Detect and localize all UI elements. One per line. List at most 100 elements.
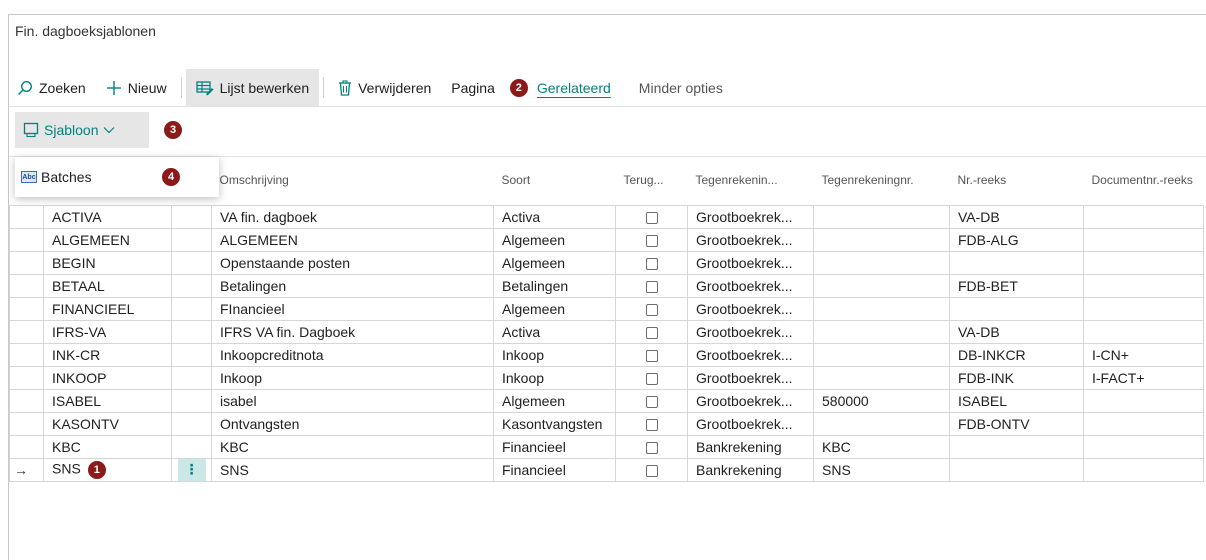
cell-no-series[interactable]	[949, 434, 1084, 459]
cell-no-series[interactable]	[949, 250, 1084, 275]
cell-description[interactable]: Openstaande posten	[211, 250, 494, 275]
cell-no-series[interactable]: ISABEL	[949, 388, 1084, 413]
cell-description[interactable]: isabel	[211, 388, 494, 413]
cell-name[interactable]: ACTIVA	[43, 204, 172, 229]
recurring-checkbox[interactable]	[645, 395, 658, 408]
col-header-bal-account-no[interactable]: Tegenrekeningnr.	[814, 157, 950, 205]
cell-description[interactable]: KBC	[211, 434, 494, 459]
col-header-type[interactable]: Soort	[494, 157, 616, 205]
recurring-checkbox[interactable]	[645, 303, 658, 316]
cell-type[interactable]: Kasontvangsten	[493, 411, 616, 436]
cell-bal-account-no[interactable]	[813, 227, 950, 252]
cell-bal-account-no[interactable]	[813, 296, 950, 321]
col-header-doc-no-series[interactable]: Documentnr.-reeks	[1084, 157, 1204, 205]
cell-doc-no-series[interactable]	[1083, 388, 1204, 413]
cell-doc-no-series[interactable]	[1083, 434, 1204, 459]
recurring-checkbox[interactable]	[645, 280, 658, 293]
cell-bal-account-no[interactable]	[813, 342, 950, 367]
cell-doc-no-series[interactable]: I-FACT+	[1083, 365, 1204, 390]
table-row[interactable]: ACTIVA VA fin. dagboek Activa Grootboekrek.…	[9, 204, 1204, 229]
cell-no-series[interactable]: VA-DB	[949, 319, 1084, 344]
page-menu-button[interactable]: Pagina	[441, 69, 505, 106]
cell-name[interactable]: ISABEL	[43, 388, 172, 413]
cell-doc-no-series[interactable]	[1083, 411, 1204, 436]
recurring-checkbox[interactable]	[645, 464, 658, 477]
cell-name[interactable]: INK-CR	[43, 342, 172, 367]
cell-bal-account-no[interactable]	[813, 411, 950, 436]
cell-bal-account-type[interactable]: Grootboekrek...	[687, 319, 814, 344]
cell-bal-account-no[interactable]	[813, 273, 950, 298]
cell-description[interactable]: ALGEMEEN	[211, 227, 494, 252]
cell-type[interactable]: Algemeen	[493, 250, 616, 275]
cell-no-series[interactable]: FDB-ONTV	[949, 411, 1084, 436]
cell-no-series[interactable]: FDB-INK	[949, 365, 1084, 390]
cell-bal-account-no[interactable]: 580000	[813, 388, 950, 413]
edit-list-button[interactable]: Lijst bewerken	[185, 69, 320, 106]
cell-name[interactable]: INKOOP	[43, 365, 172, 390]
cell-type[interactable]: Financieel	[493, 434, 616, 459]
cell-description[interactable]: VA fin. dagboek	[211, 204, 494, 229]
col-header-bal-account-type[interactable]: Tegenrekenin...	[688, 157, 814, 205]
cell-bal-account-no[interactable]	[813, 365, 950, 390]
related-tab[interactable]: Gerelateerd	[529, 69, 621, 106]
cell-name[interactable]: ALGEMEEN	[43, 227, 172, 252]
recurring-checkbox[interactable]	[645, 441, 658, 454]
cell-name[interactable]: KBC	[43, 434, 172, 459]
cell-bal-account-type[interactable]: Grootboekrek...	[687, 296, 814, 321]
cell-type[interactable]: Activa	[493, 319, 616, 344]
recurring-checkbox[interactable]	[645, 349, 658, 362]
cell-description[interactable]: IFRS VA fin. Dagboek	[211, 319, 494, 344]
recurring-checkbox[interactable]	[645, 211, 658, 224]
cell-no-series[interactable]: VA-DB	[949, 204, 1084, 229]
new-button[interactable]: Nieuw	[96, 69, 177, 106]
recurring-checkbox[interactable]	[645, 372, 658, 385]
cell-bal-account-type[interactable]: Grootboekrek...	[687, 273, 814, 298]
col-header-recurring[interactable]: Terug...	[616, 157, 688, 205]
cell-type[interactable]: Activa	[493, 204, 616, 229]
cell-type[interactable]: Algemeen	[493, 227, 616, 252]
cell-doc-no-series[interactable]	[1083, 250, 1204, 275]
table-row[interactable]: KASONTV Ontvangsten Kasontvangsten Grootboe…	[9, 411, 1204, 436]
cell-name[interactable]: BEGIN	[43, 250, 172, 275]
cell-bal-account-type[interactable]: Grootboekrek...	[687, 204, 814, 229]
cell-bal-account-type[interactable]: Bankrekening	[687, 457, 814, 482]
cell-bal-account-type[interactable]: Grootboekrek...	[687, 411, 814, 436]
recurring-checkbox[interactable]	[645, 326, 658, 339]
cell-bal-account-no[interactable]: KBC	[813, 434, 950, 459]
table-row[interactable]: BEGIN Openstaande posten Algemeen Grootboek…	[9, 250, 1204, 275]
recurring-checkbox[interactable]	[645, 234, 658, 247]
cell-type[interactable]: Financieel	[493, 457, 616, 482]
cell-description[interactable]: Inkoopcreditnota	[211, 342, 494, 367]
cell-no-series[interactable]	[949, 457, 1084, 482]
cell-name[interactable]: IFRS-VA	[43, 319, 172, 344]
cell-type[interactable]: Inkoop	[493, 342, 616, 367]
cell-doc-no-series[interactable]	[1083, 296, 1204, 321]
table-row[interactable]: IFRS-VA IFRS VA fin. Dagboek Activa Grootbo…	[9, 319, 1204, 344]
cell-description[interactable]: SNS	[211, 457, 494, 482]
cell-no-series[interactable]: FDB-ALG	[949, 227, 1084, 252]
cell-bal-account-type[interactable]: Grootboekrek...	[687, 365, 814, 390]
cell-doc-no-series[interactable]: I-CN+	[1083, 342, 1204, 367]
cell-bal-account-no[interactable]	[813, 204, 950, 229]
cell-description[interactable]: Betalingen	[211, 273, 494, 298]
fewer-options-button[interactable]: Minder opties	[621, 69, 733, 106]
cell-bal-account-type[interactable]: Grootboekrek...	[687, 250, 814, 275]
recurring-checkbox[interactable]	[645, 418, 658, 431]
cell-type[interactable]: Betalingen	[493, 273, 616, 298]
col-header-description[interactable]: Omschrijving	[212, 157, 494, 205]
batches-menu-item[interactable]: Abc Batches	[21, 169, 92, 185]
table-row[interactable]: → SNS 1 ⋮ SNS Financieel Bankrekening SNS	[9, 457, 1204, 482]
cell-bal-account-type[interactable]: Grootboekrek...	[687, 227, 814, 252]
cell-name[interactable]: SNS 1	[43, 457, 172, 482]
cell-bal-account-no[interactable]	[813, 319, 950, 344]
cell-bal-account-type[interactable]: Bankrekening	[687, 434, 814, 459]
cell-name[interactable]: FINANCIEEL	[43, 296, 172, 321]
cell-doc-no-series[interactable]	[1083, 227, 1204, 252]
cell-bal-account-type[interactable]: Grootboekrek...	[687, 388, 814, 413]
cell-description[interactable]: FInancieel	[211, 296, 494, 321]
cell-no-series[interactable]: DB-INKCR	[949, 342, 1084, 367]
cell-bal-account-no[interactable]: SNS	[813, 457, 950, 482]
cell-name[interactable]: BETAAL	[43, 273, 172, 298]
recurring-checkbox[interactable]	[645, 257, 658, 270]
cell-doc-no-series[interactable]	[1083, 273, 1204, 298]
